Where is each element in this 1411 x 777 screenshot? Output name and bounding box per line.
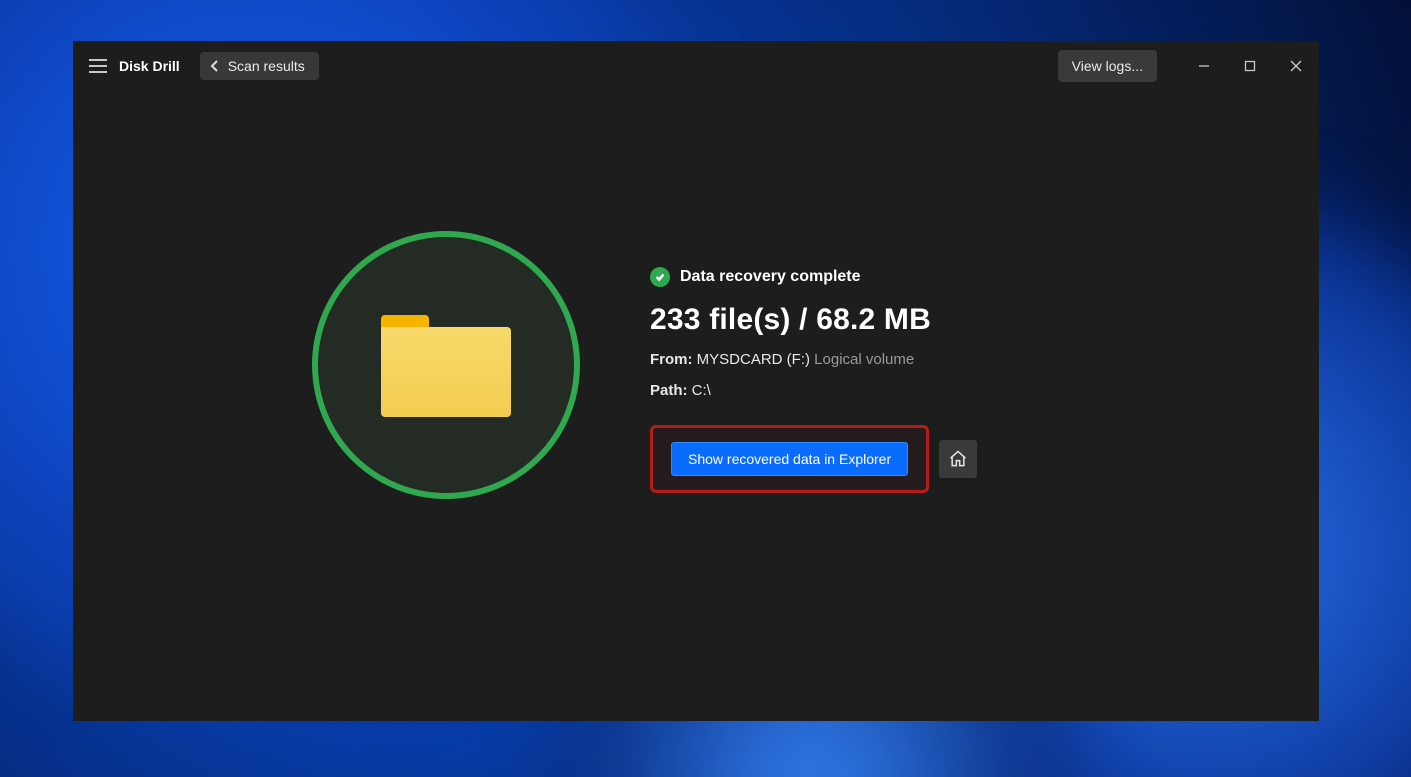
titlebar: Disk Drill Scan results View logs...	[73, 41, 1319, 91]
view-logs-button[interactable]: View logs...	[1058, 50, 1157, 82]
path-line: Path: C:\	[650, 382, 1080, 399]
status-text: Data recovery complete	[680, 268, 861, 286]
show-in-explorer-button[interactable]: Show recovered data in Explorer	[671, 442, 908, 476]
from-value: MYSDCARD (F:)	[697, 351, 810, 368]
chevron-left-icon	[210, 59, 220, 73]
maximize-icon	[1244, 60, 1256, 72]
app-title: Disk Drill	[119, 58, 180, 74]
back-to-scan-results-button[interactable]: Scan results	[200, 52, 319, 80]
minimize-icon	[1198, 60, 1210, 72]
home-button[interactable]	[939, 440, 977, 478]
path-value: C:\	[692, 382, 711, 399]
recovery-complete-graphic	[312, 231, 580, 499]
home-icon	[948, 449, 968, 469]
content-area: Data recovery complete 233 file(s) / 68.…	[73, 91, 1319, 721]
close-icon	[1290, 60, 1302, 72]
action-row: Show recovered data in Explorer	[650, 425, 1080, 493]
from-line: From: MYSDCARD (F:) Logical volume	[650, 351, 1080, 368]
app-window: Disk Drill Scan results View logs...	[73, 41, 1319, 721]
back-label: Scan results	[228, 58, 305, 74]
menu-icon[interactable]	[87, 55, 109, 77]
from-type: Logical volume	[814, 351, 914, 368]
status-row: Data recovery complete	[650, 267, 1080, 287]
recovery-summary: 233 file(s) / 68.2 MB	[650, 303, 1080, 337]
annotation-highlight: Show recovered data in Explorer	[650, 425, 929, 493]
from-label: From:	[650, 351, 693, 368]
window-controls	[1181, 41, 1319, 91]
path-label: Path:	[650, 382, 688, 399]
minimize-button[interactable]	[1181, 41, 1227, 91]
maximize-button[interactable]	[1227, 41, 1273, 91]
close-button[interactable]	[1273, 41, 1319, 91]
folder-icon	[381, 315, 511, 415]
checkmark-icon	[650, 267, 670, 287]
recovery-info: Data recovery complete 233 file(s) / 68.…	[650, 231, 1080, 493]
